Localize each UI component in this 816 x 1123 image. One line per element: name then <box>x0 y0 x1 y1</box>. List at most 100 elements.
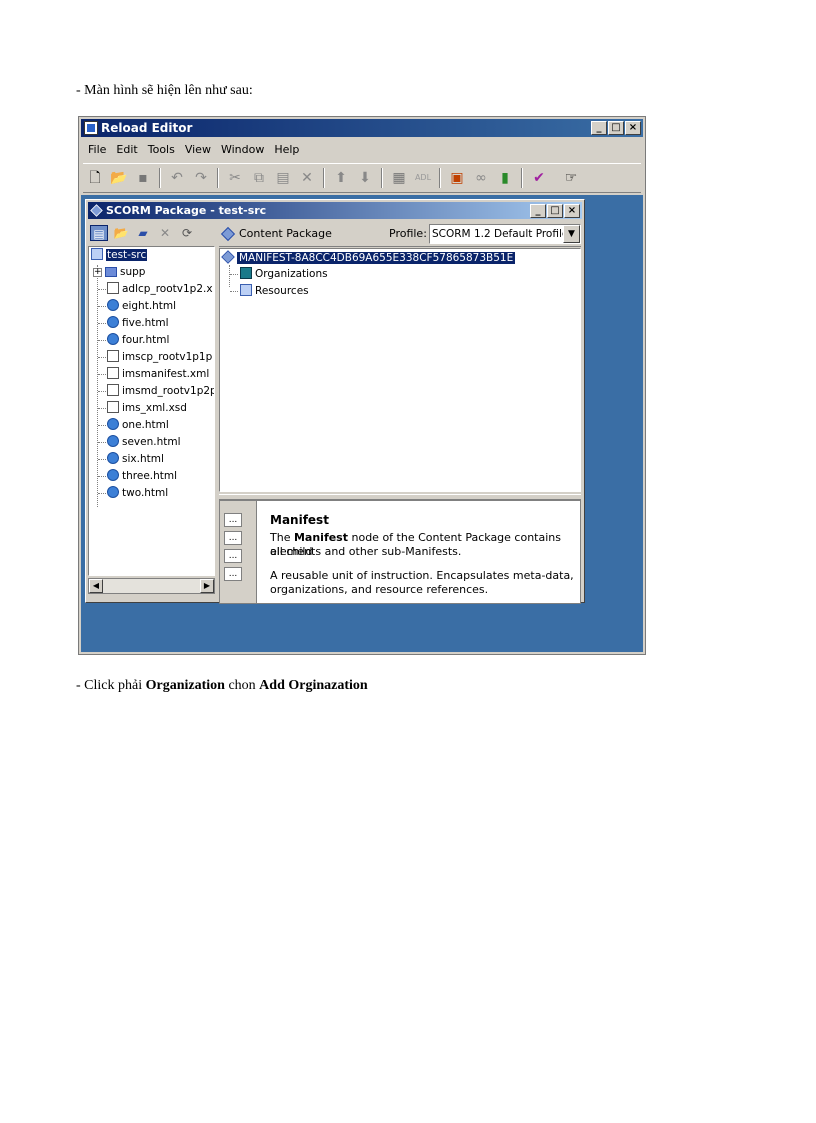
file-view-icon[interactable]: ▤ <box>90 225 108 241</box>
open-icon[interactable]: 📂 <box>109 168 129 188</box>
folder-icon <box>105 267 117 277</box>
html-file-icon <box>107 486 119 498</box>
file-label: imscp_rootv1p1p <box>122 351 213 363</box>
file-label: imsmd_rootv1p2p <box>122 385 215 397</box>
content-pane: Content Package Profile: SCORM 1.2 Defau… <box>219 222 581 604</box>
horizontal-scrollbar[interactable]: ◀ ▶ <box>88 578 215 594</box>
minimize-button[interactable]: _ <box>591 121 607 135</box>
child-minimize-button[interactable]: _ <box>530 204 546 218</box>
up-icon[interactable]: ⬆ <box>331 168 351 188</box>
file-label: four.html <box>122 334 170 346</box>
preview-icon[interactable]: ▦ <box>389 168 409 188</box>
file-item[interactable]: one.html <box>107 417 169 434</box>
menu-view[interactable]: View <box>180 141 216 159</box>
menu-edit[interactable]: Edit <box>111 141 142 159</box>
profile-select[interactable]: SCORM 1.2 Default Profile ▼ <box>429 224 581 244</box>
menu-file[interactable]: File <box>83 141 111 159</box>
doc-button[interactable]: ... <box>224 549 242 563</box>
doc-button[interactable]: ... <box>224 567 242 581</box>
child-titlebar: SCORM Package - test-src _ □ × <box>88 202 582 219</box>
save-icon[interactable]: ▪ <box>133 168 153 188</box>
file-item[interactable]: imscp_rootv1p1p <box>107 349 212 366</box>
html-file-icon <box>107 333 119 345</box>
file-item[interactable]: eight.html <box>107 298 176 315</box>
manifest-icon <box>221 250 235 264</box>
menu-help[interactable]: Help <box>269 141 304 159</box>
doc-line-3: A reusable unit of instruction. Encapsul… <box>270 569 574 582</box>
copy-icon[interactable]: ⧉ <box>249 168 269 188</box>
doc-button[interactable]: ... <box>224 513 242 527</box>
book-icon[interactable]: ▮ <box>495 168 515 188</box>
down-icon[interactable]: ⬇ <box>355 168 375 188</box>
html-file-icon <box>107 435 119 447</box>
file-item[interactable]: four.html <box>107 332 169 349</box>
import-icon[interactable]: 📂 <box>112 225 130 241</box>
mdi-workspace: SCORM Package - test-src _ □ × ▤ 📂 ▰ ✕ ⟳ <box>81 195 643 652</box>
manifest-tree: MANIFEST-8A8CC4DB69A655E338CF57865873B51… <box>219 248 581 492</box>
html-file-icon <box>107 452 119 464</box>
refresh-icon[interactable]: ⟳ <box>178 225 196 241</box>
paste-icon[interactable]: ▤ <box>273 168 293 188</box>
manifest-node[interactable]: MANIFEST-8A8CC4DB69A655E338CF57865873B51… <box>221 250 516 266</box>
file-label: five.html <box>122 317 169 329</box>
file-label: imsmanifest.xml <box>122 368 210 380</box>
file-item[interactable]: three.html <box>107 468 177 485</box>
package-icon[interactable]: ▣ <box>447 168 467 188</box>
tree-root-label: test-src <box>106 249 148 261</box>
child-maximize-button[interactable]: □ <box>547 204 563 218</box>
new-folder-icon[interactable]: ▰ <box>134 225 152 241</box>
file-pane: ▤ 📂 ▰ ✕ ⟳ test-src + supp adlcp_rootv1p2… <box>88 222 215 600</box>
scroll-left-icon[interactable]: ◀ <box>89 579 103 593</box>
xml-file-icon <box>107 367 119 379</box>
file-item[interactable]: ims_xml.xsd <box>107 400 187 417</box>
doc-line-4: organizations, and resource references. <box>270 583 489 596</box>
file-label: two.html <box>122 487 169 499</box>
file-item[interactable]: two.html <box>107 485 168 502</box>
scorm-package-window: SCORM Package - test-src _ □ × ▤ 📂 ▰ ✕ ⟳ <box>85 199 585 604</box>
undo-icon[interactable]: ↶ <box>167 168 187 188</box>
xml-file-icon <box>107 401 119 413</box>
expand-icon[interactable]: + <box>93 268 102 277</box>
new-icon[interactable]: 🗋 <box>85 168 105 188</box>
doc-line-2: elements and other sub-Manifests. <box>270 545 462 558</box>
reload-editor-screenshot: Reload Editor _ □ × File Edit Tools View… <box>78 116 646 655</box>
documentation-pane: ... ... ... ... Manifest The Manifest no… <box>219 500 581 604</box>
instruction-text: - Click phải Organization chon Add Orgin… <box>76 678 368 693</box>
html-file-icon <box>107 418 119 430</box>
delete-file-icon[interactable]: ✕ <box>156 225 174 241</box>
reload-app-icon <box>84 121 98 135</box>
xml-file-icon <box>107 384 119 396</box>
organizations-node[interactable]: Organizations <box>240 267 328 282</box>
child-close-button[interactable]: × <box>564 204 580 218</box>
delete-icon[interactable]: ✕ <box>297 168 317 188</box>
scroll-right-icon[interactable]: ▶ <box>200 579 214 593</box>
check-icon[interactable]: ✔ <box>529 168 549 188</box>
chevron-down-icon[interactable]: ▼ <box>563 225 580 243</box>
cut-icon[interactable]: ✂ <box>225 168 245 188</box>
content-package-label: Content Package <box>239 227 332 240</box>
file-item[interactable]: imsmanifest.xml <box>107 366 209 383</box>
pointer-icon[interactable]: ☞ <box>555 168 587 188</box>
tree-root[interactable]: test-src <box>91 247 148 264</box>
maximize-button[interactable]: □ <box>608 121 624 135</box>
menu-bar: File Edit Tools View Window Help <box>83 141 304 159</box>
menu-tools[interactable]: Tools <box>143 141 180 159</box>
tree-folder[interactable]: supp <box>105 264 145 281</box>
menu-window[interactable]: Window <box>216 141 269 159</box>
file-item[interactable]: five.html <box>107 315 169 332</box>
file-item[interactable]: six.html <box>107 451 164 468</box>
adl-icon[interactable]: ADL <box>413 168 433 188</box>
redo-icon[interactable]: ↷ <box>191 168 211 188</box>
resources-node[interactable]: Resources <box>240 284 309 299</box>
binoculars-icon[interactable]: ∞ <box>471 168 491 188</box>
file-item[interactable]: adlcp_rootv1p2.x <box>107 281 213 298</box>
resources-icon <box>240 284 252 296</box>
close-button[interactable]: × <box>625 121 641 135</box>
file-item[interactable]: seven.html <box>107 434 181 451</box>
doc-button[interactable]: ... <box>224 531 242 545</box>
main-toolbar: 🗋 📂 ▪ ↶ ↷ ✂ ⧉ ▤ ✕ ⬆ ⬇ ▦ ADL ▣ ∞ ▮ ✔ ☞ <box>83 163 641 193</box>
file-item[interactable]: imsmd_rootv1p2p <box>107 383 215 400</box>
profile-label: Profile: <box>389 227 427 240</box>
content-package-icon <box>220 226 236 242</box>
manifest-id: MANIFEST-8A8CC4DB69A655E338CF57865873B51… <box>237 252 516 264</box>
